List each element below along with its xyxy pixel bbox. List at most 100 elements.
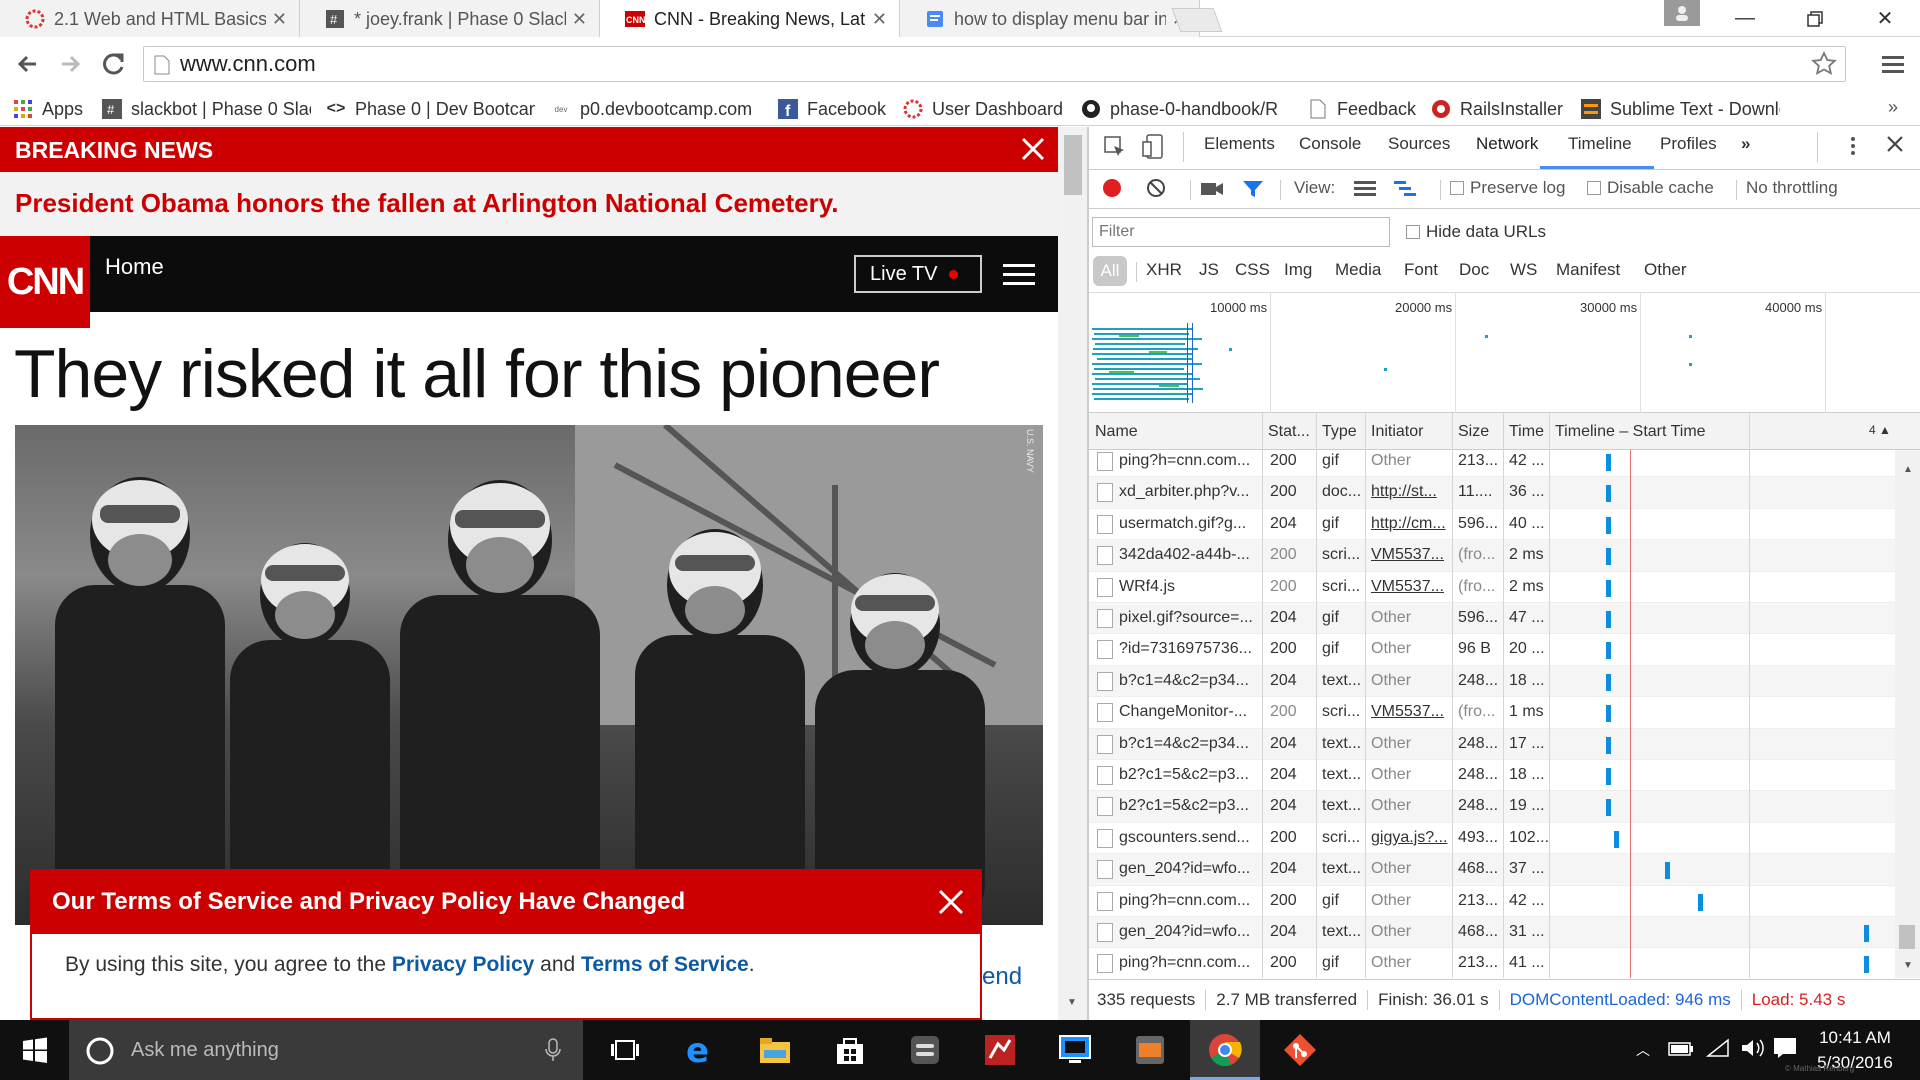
star-icon[interactable] [1811, 51, 1837, 77]
volume-icon[interactable] [1740, 1038, 1766, 1058]
table-row[interactable]: b2?c1=5&c2=p3... 204 text... Other 248... 19 … [1089, 791, 1895, 823]
request-name[interactable]: 342da402-a44b-... [1119, 546, 1259, 564]
address-bar[interactable]: www.cnn.com [143, 46, 1846, 82]
microphone-icon[interactable] [545, 1038, 561, 1062]
git-bash-icon[interactable] [1280, 1030, 1320, 1070]
privacy-policy-link[interactable]: Privacy Policy [392, 953, 534, 976]
request-name[interactable]: ping?h=cnn.com... [1119, 452, 1259, 470]
table-row[interactable]: usermatch.gif?g... 204 gif http://cm... 596.… [1089, 509, 1895, 541]
scrollbar-thumb[interactable] [1064, 135, 1082, 195]
scroll-down-arrow-icon[interactable]: ▼ [1903, 960, 1913, 971]
nav-home-link[interactable]: Home [105, 254, 164, 280]
table-row[interactable]: ping?h=cnn.com... 200 gif Other 213... 42 ... [1089, 886, 1895, 917]
clear-icon[interactable] [1146, 178, 1166, 198]
article-hero-photo[interactable]: U.S. NAVY [15, 425, 1043, 925]
table-row[interactable]: gen_204?id=wfo... 204 text... Other 468... 31… [1089, 917, 1895, 949]
type-filter-font[interactable]: Font [1404, 260, 1438, 280]
bookmark-railsinstaller[interactable]: RailsInstaller [1430, 92, 1570, 126]
table-row[interactable]: gen_204?id=wfo... 204 text... Other 468... 37… [1089, 854, 1895, 886]
table-row[interactable]: ping?h=cnn.com... 200 gif Other 213... 41 ... [1089, 948, 1895, 978]
bookmark-facebook[interactable]: f Facebook [777, 92, 892, 126]
tab-menu-bar[interactable]: how to display menu bar in ✕ [900, 0, 1200, 38]
scroll-down-arrow-icon[interactable]: ▼ [1067, 997, 1077, 1008]
request-name[interactable]: b?c1=4&c2=p34... [1119, 672, 1259, 690]
col-timeline[interactable]: Timeline – Start Time [1555, 423, 1706, 441]
disable-cache-checkbox[interactable]: Disable cache [1587, 178, 1714, 198]
table-row[interactable]: pixel.gif?source=... 204 gif Other 596... 47 … [1089, 603, 1895, 635]
request-name[interactable]: gen_204?id=wfo... [1119, 923, 1259, 941]
wifi-icon[interactable] [1706, 1038, 1730, 1058]
table-row[interactable]: ?id=7316975736... 200 gif Other 96 B 20 ... [1089, 634, 1895, 666]
inspect-element-icon[interactable] [1104, 136, 1126, 158]
request-initiator[interactable]: gigya.js?... [1371, 829, 1451, 847]
action-center-icon[interactable] [1773, 1037, 1797, 1059]
devtools-tab-sources[interactable]: Sources [1388, 134, 1450, 154]
minimize-icon[interactable]: — [1710, 0, 1780, 37]
terms-of-service-link[interactable]: Terms of Service [581, 953, 749, 976]
request-name[interactable]: ping?h=cnn.com... [1119, 954, 1259, 972]
request-initiator[interactable]: VM5537... [1371, 546, 1451, 564]
devtools-tab-console[interactable]: Console [1299, 134, 1361, 154]
request-name[interactable]: usermatch.gif?g... [1119, 515, 1259, 533]
bookmark-phase0-devbootcamp[interactable]: <> Phase 0 | Dev Bootcan [325, 92, 535, 126]
user-profile-icon[interactable] [1664, 0, 1700, 26]
close-tab-icon[interactable]: ✕ [272, 9, 287, 30]
article-headline[interactable]: They risked it all for this pioneer [14, 335, 940, 413]
store-icon[interactable] [830, 1030, 870, 1070]
bookmark-phase0-handbook[interactable]: phase-0-handbook/R [1080, 92, 1290, 126]
filter-funnel-icon[interactable] [1242, 179, 1264, 199]
table-row[interactable]: 342da402-a44b-... 200 scri... VM5537... (fro… [1089, 540, 1895, 572]
devtools-tab-network[interactable]: Network [1476, 134, 1538, 154]
type-filter-xhr[interactable]: XHR [1146, 260, 1182, 280]
type-filter-doc[interactable]: Doc [1459, 260, 1489, 280]
request-initiator[interactable]: http://cm... [1371, 515, 1451, 533]
sort-up-icon[interactable]: ▲ [1879, 423, 1891, 437]
type-filter-ws[interactable]: WS [1510, 260, 1537, 280]
device-mode-icon[interactable] [1142, 134, 1164, 160]
type-filter-all[interactable]: All [1093, 256, 1127, 286]
tab-web-html-basics[interactable]: 2.1 Web and HTML Basics ✕ [0, 0, 300, 38]
record-icon[interactable] [1102, 178, 1122, 198]
table-row[interactable]: WRf4.js 200 scri... VM5537... (fro... 2 ms [1089, 572, 1895, 603]
request-name[interactable]: xd_arbiter.php?v... [1119, 483, 1259, 501]
col-status[interactable]: Stat... [1268, 423, 1310, 441]
table-row[interactable]: gscounters.send... 200 scri... gigya.js?...… [1089, 823, 1895, 855]
forward-arrow-icon[interactable] [56, 50, 84, 78]
table-row[interactable]: xd_arbiter.php?v... 200 doc... http://st...… [1089, 477, 1895, 509]
request-name[interactable]: ChangeMonitor-... [1119, 703, 1259, 721]
app-icon[interactable] [905, 1030, 945, 1070]
more-tabs-icon[interactable]: » [1741, 134, 1750, 154]
request-name[interactable]: b2?c1=5&c2=p3... [1119, 766, 1259, 784]
devtools-tab-elements[interactable]: Elements [1204, 134, 1275, 154]
large-rows-icon[interactable] [1354, 180, 1376, 198]
request-name[interactable]: ping?h=cnn.com... [1119, 892, 1259, 910]
request-name[interactable]: WRf4.js [1119, 578, 1259, 596]
request-name[interactable]: gscounters.send... [1119, 829, 1259, 847]
sublime-icon[interactable] [1130, 1030, 1170, 1070]
breaking-news-headline[interactable]: President Obama honors the fallen at Arl… [0, 172, 1058, 236]
send-link[interactable]: end [982, 963, 1022, 991]
close-tab-icon[interactable]: ✕ [572, 9, 587, 30]
bookmarks-overflow-icon[interactable]: » [1888, 97, 1898, 118]
request-name[interactable]: ?id=7316975736... [1119, 640, 1259, 658]
type-filter-manifest[interactable]: Manifest [1556, 260, 1620, 280]
bookmark-slackbot[interactable]: # slackbot | Phase 0 Slac [101, 92, 311, 126]
col-size[interactable]: Size [1458, 423, 1489, 441]
request-name[interactable]: b2?c1=5&c2=p3... [1119, 797, 1259, 815]
close-devtools-icon[interactable] [1885, 134, 1905, 154]
tab-slack[interactable]: # * joey.frank | Phase 0 Slack ✕ [300, 0, 600, 38]
preserve-log-checkbox[interactable]: Preserve log [1450, 178, 1565, 198]
devtools-menu-icon[interactable] [1849, 134, 1857, 158]
scroll-up-arrow-icon[interactable]: ▲ [1903, 464, 1913, 475]
page-scrollbar[interactable]: ▼ [1058, 127, 1088, 1020]
hide-data-urls-checkbox[interactable]: Hide data URLs [1406, 222, 1546, 242]
live-tv-button[interactable]: Live TV [854, 255, 982, 293]
requests-scrollbar[interactable]: ▲ ▼ [1895, 450, 1920, 978]
task-view-icon[interactable] [605, 1030, 645, 1070]
back-arrow-icon[interactable] [14, 50, 42, 78]
col-time[interactable]: Time [1509, 423, 1544, 441]
cortana-search-box[interactable]: Ask me anything [69, 1020, 583, 1080]
edge-icon[interactable]: e [680, 1030, 720, 1070]
devtools-tab-timeline[interactable]: Timeline [1568, 134, 1632, 154]
bookmark-apps[interactable]: Apps [12, 92, 87, 126]
